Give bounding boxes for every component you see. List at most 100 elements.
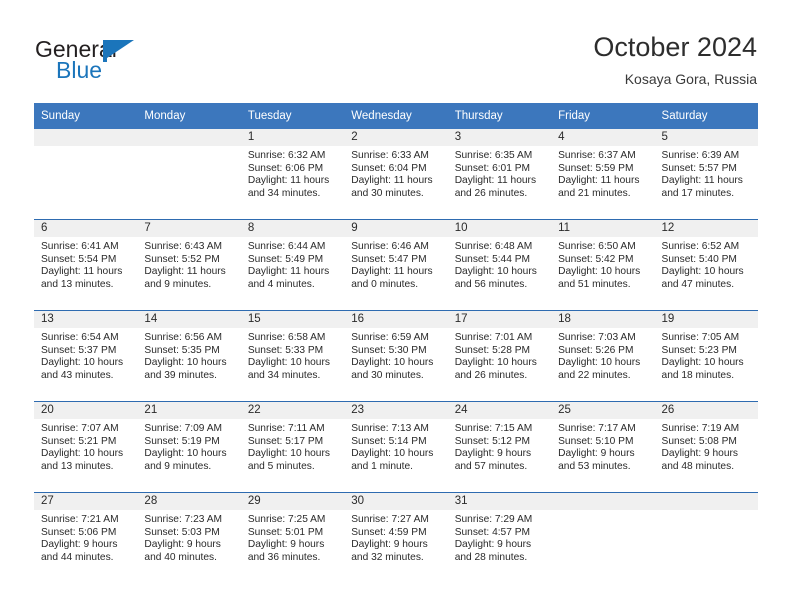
day-number: 2 xyxy=(344,129,448,146)
calendar-day-cell[interactable]: 24 Sunrise: 7:15 AM Sunset: 5:12 PM Dayligh… xyxy=(447,401,552,493)
sunrise-time: Sunrise: 7:15 AM xyxy=(454,423,533,434)
day-details: Sunrise: 6:46 AM Sunset: 5:47 PM Daylight:… xyxy=(344,237,447,291)
day-details: Sunrise: 6:52 AM Sunset: 5:40 PM Daylight:… xyxy=(655,237,758,291)
calendar-day-cell[interactable]: 7 Sunrise: 6:43 AM Sunset: 5:52 PM Daylight… xyxy=(137,219,241,311)
sunrise-time: Sunrise: 6:43 AM xyxy=(144,241,223,252)
calendar-day-cell[interactable]: 31 Sunrise: 7:29 AM Sunset: 4:57 PM Dayligh… xyxy=(447,492,552,583)
calendar-day-cell[interactable]: 17 Sunrise: 7:01 AM Sunset: 5:28 PM Dayligh… xyxy=(447,310,552,402)
sunrise-time: Sunrise: 6:52 AM xyxy=(661,241,740,252)
day-cell-content: 11 Sunrise: 6:50 AM Sunset: 5:42 PM Dayligh… xyxy=(551,220,655,310)
daylight-duration: Daylight: 9 hours and 44 minutes. xyxy=(41,539,118,563)
calendar-day-cell[interactable]: 28 Sunrise: 7:23 AM Sunset: 5:03 PM Dayligh… xyxy=(137,492,241,583)
sunset-time: Sunset: 5:33 PM xyxy=(247,344,324,356)
sunrise-time: Sunrise: 6:56 AM xyxy=(144,332,223,343)
calendar-day-cell[interactable]: 25 Sunrise: 7:17 AM Sunset: 5:10 PM Dayligh… xyxy=(551,401,655,493)
day-cell-content: 2 Sunrise: 6:33 AM Sunset: 6:04 PM Daylight… xyxy=(344,129,448,219)
daylight-duration: Daylight: 11 hours and 13 minutes. xyxy=(41,266,123,290)
calendar-day-cell[interactable]: 15 Sunrise: 6:58 AM Sunset: 5:33 PM Dayligh… xyxy=(240,310,345,402)
day-details: Sunrise: 7:13 AM Sunset: 5:14 PM Daylight:… xyxy=(344,419,447,473)
day-details: Sunrise: 6:56 AM Sunset: 5:35 PM Daylight:… xyxy=(137,328,240,382)
calendar-day-cell[interactable]: 29 Sunrise: 7:25 AM Sunset: 5:01 PM Dayligh… xyxy=(240,492,345,583)
day-details: Sunrise: 7:29 AM Sunset: 4:57 PM Daylight:… xyxy=(448,510,551,564)
calendar-week-row: 20 Sunrise: 7:07 AM Sunset: 5:21 PM Dayligh… xyxy=(34,401,758,493)
calendar-day-cell[interactable]: 27 Sunrise: 7:21 AM Sunset: 5:06 PM Dayligh… xyxy=(34,492,138,583)
day-cell-content xyxy=(654,493,758,583)
daylight-duration: Daylight: 11 hours and 21 minutes. xyxy=(558,175,640,199)
day-number: 30 xyxy=(344,493,448,510)
day-cell-content: 29 Sunrise: 7:25 AM Sunset: 5:01 PM Dayligh… xyxy=(240,493,345,583)
sunset-time: Sunset: 5:57 PM xyxy=(661,162,737,174)
sunrise-time: Sunrise: 6:35 AM xyxy=(454,150,533,161)
day-cell-content: 28 Sunrise: 7:23 AM Sunset: 5:03 PM Dayligh… xyxy=(137,493,241,583)
sunrise-time: Sunrise: 7:13 AM xyxy=(351,423,429,434)
weekday-header-tuesday: Tuesday xyxy=(240,103,345,129)
calendar-day-cell[interactable]: 10 Sunrise: 6:48 AM Sunset: 5:44 PM Dayligh… xyxy=(447,219,552,311)
calendar-day-cell[interactable]: 13 Sunrise: 6:54 AM Sunset: 5:37 PM Dayligh… xyxy=(34,310,138,402)
calendar-day-cell[interactable]: 11 Sunrise: 6:50 AM Sunset: 5:42 PM Dayligh… xyxy=(551,219,655,311)
calendar-day-cell[interactable]: 22 Sunrise: 7:11 AM Sunset: 5:17 PM Dayligh… xyxy=(240,401,345,493)
day-details: Sunrise: 7:11 AM Sunset: 5:17 PM Daylight:… xyxy=(241,419,344,473)
day-details: Sunrise: 7:23 AM Sunset: 5:03 PM Daylight:… xyxy=(137,510,240,564)
day-number: 17 xyxy=(447,311,552,328)
page-subtitle-location: Kosaya Gora, Russia xyxy=(624,71,757,87)
daylight-duration: Daylight: 10 hours and 22 minutes. xyxy=(558,357,641,381)
day-cell-content: 8 Sunrise: 6:44 AM Sunset: 5:49 PM Daylight… xyxy=(240,220,345,310)
daylight-duration: Daylight: 10 hours and 26 minutes. xyxy=(454,357,537,381)
day-cell-content: 13 Sunrise: 6:54 AM Sunset: 5:37 PM Dayligh… xyxy=(34,311,138,401)
day-cell-content: 12 Sunrise: 6:52 AM Sunset: 5:40 PM Dayligh… xyxy=(654,220,758,310)
sunrise-time: Sunrise: 6:48 AM xyxy=(454,241,533,252)
day-number: 19 xyxy=(654,311,758,328)
daylight-duration: Daylight: 10 hours and 1 minute. xyxy=(351,448,434,472)
calendar-day-cell[interactable]: 21 Sunrise: 7:09 AM Sunset: 5:19 PM Dayligh… xyxy=(137,401,241,493)
calendar-day-cell[interactable]: 4 Sunrise: 6:37 AM Sunset: 5:59 PM Daylight… xyxy=(551,129,655,220)
day-details: Sunrise: 7:27 AM Sunset: 4:59 PM Daylight:… xyxy=(344,510,447,564)
day-details: Sunrise: 6:58 AM Sunset: 5:33 PM Daylight:… xyxy=(241,328,344,382)
calendar-day-cell[interactable]: 23 Sunrise: 7:13 AM Sunset: 5:14 PM Dayligh… xyxy=(344,401,448,493)
day-number: 4 xyxy=(551,129,655,146)
calendar-day-cell[interactable]: 20 Sunrise: 7:07 AM Sunset: 5:21 PM Dayligh… xyxy=(34,401,138,493)
page-title: October 2024 xyxy=(593,32,757,62)
sunrise-time: Sunrise: 6:33 AM xyxy=(351,150,429,161)
sunset-time: Sunset: 5:14 PM xyxy=(351,435,427,447)
day-cell-content: 18 Sunrise: 7:03 AM Sunset: 5:26 PM Dayligh… xyxy=(551,311,655,401)
day-cell-content: 30 Sunrise: 7:27 AM Sunset: 4:59 PM Dayligh… xyxy=(344,493,448,583)
calendar-day-cell[interactable]: 1 Sunrise: 6:32 AM Sunset: 6:06 PM Daylight… xyxy=(240,129,345,220)
flag-triangle-shape xyxy=(107,40,134,58)
calendar-day-cell[interactable]: 3 Sunrise: 6:35 AM Sunset: 6:01 PM Daylight… xyxy=(447,129,552,220)
calendar-week-row: 27 Sunrise: 7:21 AM Sunset: 5:06 PM Dayligh… xyxy=(34,492,758,583)
day-details: Sunrise: 7:05 AM Sunset: 5:23 PM Daylight:… xyxy=(655,328,758,382)
day-cell-content: 3 Sunrise: 6:35 AM Sunset: 6:01 PM Daylight… xyxy=(447,129,552,219)
day-cell-content: 10 Sunrise: 6:48 AM Sunset: 5:44 PM Dayligh… xyxy=(447,220,552,310)
weekday-header-thursday: Thursday xyxy=(447,103,552,129)
sunset-time: Sunset: 5:47 PM xyxy=(351,253,427,265)
calendar-day-cell[interactable]: 14 Sunrise: 6:56 AM Sunset: 5:35 PM Dayligh… xyxy=(137,310,241,402)
sunset-time: Sunset: 5:37 PM xyxy=(41,344,117,356)
calendar-day-cell[interactable]: 30 Sunrise: 7:27 AM Sunset: 4:59 PM Dayligh… xyxy=(344,492,448,583)
daylight-duration: Daylight: 10 hours and 34 minutes. xyxy=(247,357,330,381)
daylight-duration: Daylight: 9 hours and 36 minutes. xyxy=(247,539,325,563)
daylight-duration: Daylight: 10 hours and 13 minutes. xyxy=(41,448,124,472)
day-details: Sunrise: 6:35 AM Sunset: 6:01 PM Daylight:… xyxy=(448,146,551,200)
calendar-day-cell[interactable]: 2 Sunrise: 6:33 AM Sunset: 6:04 PM Daylight… xyxy=(344,129,448,220)
calendar-day-cell[interactable]: 6 Sunrise: 6:41 AM Sunset: 5:54 PM Daylight… xyxy=(34,219,138,311)
calendar-day-cell-empty xyxy=(34,129,138,220)
weekday-header-saturday: Saturday xyxy=(654,103,758,129)
day-number: 20 xyxy=(34,402,138,419)
daylight-duration: Daylight: 11 hours and 4 minutes. xyxy=(247,266,330,290)
calendar-day-cell[interactable]: 19 Sunrise: 7:05 AM Sunset: 5:23 PM Dayligh… xyxy=(654,310,758,402)
calendar-day-cell[interactable]: 26 Sunrise: 7:19 AM Sunset: 5:08 PM Dayligh… xyxy=(654,401,758,493)
day-number: 8 xyxy=(240,220,345,237)
day-number: 27 xyxy=(34,493,138,510)
calendar-day-cell[interactable]: 16 Sunrise: 6:59 AM Sunset: 5:30 PM Dayligh… xyxy=(344,310,448,402)
sunset-time: Sunset: 5:44 PM xyxy=(454,253,531,265)
sunset-time: Sunset: 5:30 PM xyxy=(351,344,427,356)
sunset-time: Sunset: 5:59 PM xyxy=(558,162,634,174)
sunset-time: Sunset: 5:03 PM xyxy=(144,526,220,538)
calendar-day-cell[interactable]: 9 Sunrise: 6:46 AM Sunset: 5:47 PM Daylight… xyxy=(344,219,448,311)
calendar-day-cell[interactable]: 12 Sunrise: 6:52 AM Sunset: 5:40 PM Dayligh… xyxy=(654,219,758,311)
day-details: Sunrise: 7:03 AM Sunset: 5:26 PM Daylight:… xyxy=(551,328,654,382)
calendar-day-cell[interactable]: 5 Sunrise: 6:39 AM Sunset: 5:57 PM Daylight… xyxy=(654,129,758,220)
calendar-day-cell[interactable]: 8 Sunrise: 6:44 AM Sunset: 5:49 PM Daylight… xyxy=(240,219,345,311)
day-details: Sunrise: 7:01 AM Sunset: 5:28 PM Daylight:… xyxy=(448,328,551,382)
calendar-day-cell[interactable]: 18 Sunrise: 7:03 AM Sunset: 5:26 PM Dayligh… xyxy=(551,310,655,402)
